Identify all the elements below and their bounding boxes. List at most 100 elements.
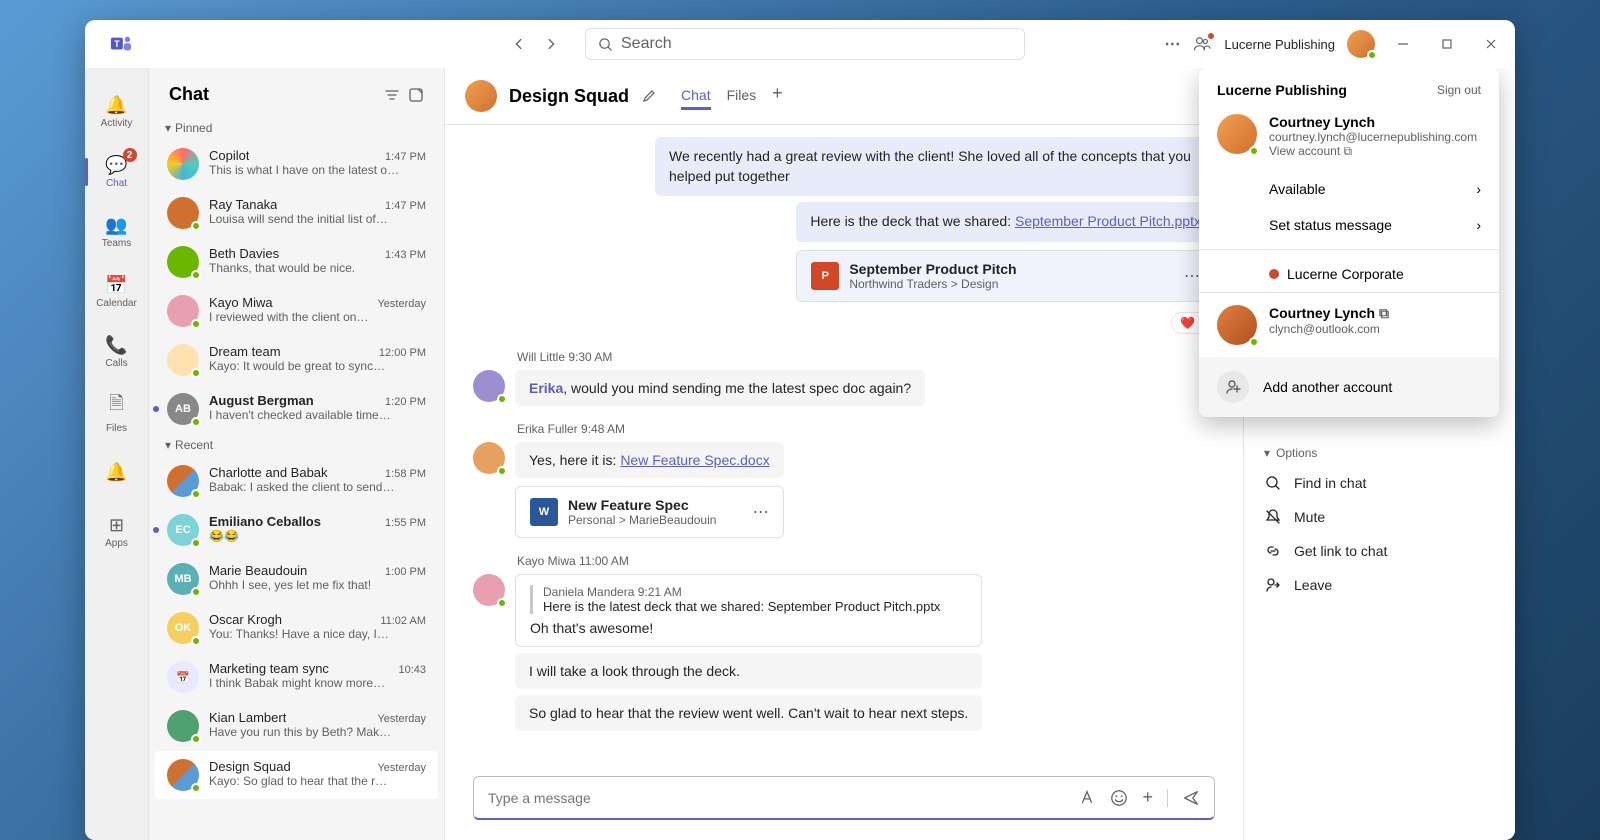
chat-item-preview: I haven't checked available time…	[209, 408, 426, 422]
compose-input[interactable]	[488, 790, 1068, 806]
window-minimize-button[interactable]	[1387, 28, 1419, 60]
caret-down-icon: ▾	[1264, 446, 1270, 460]
file-attachment[interactable]: W New Feature Spec Personal > MarieBeaud…	[515, 486, 784, 538]
rail-calendar[interactable]: 📅Calendar	[89, 264, 145, 320]
chat-item-preview: Kayo: So glad to hear that the r…	[209, 774, 426, 788]
avatar	[167, 295, 199, 327]
people-icon[interactable]	[1192, 34, 1212, 54]
chat-list-item[interactable]: Copilot1:47 PMThis is what I have on the…	[155, 140, 438, 188]
chat-list-item[interactable]: Design SquadYesterdayKayo: So glad to he…	[155, 751, 438, 799]
leave-button[interactable]: Leave	[1264, 568, 1495, 602]
emoji-button[interactable]	[1110, 789, 1128, 807]
chat-list-item[interactable]: ABAugust Bergman1:20 PMI haven't checked…	[155, 385, 438, 433]
chat-list-item[interactable]: 📅Marketing team sync10:43I think Babak m…	[155, 653, 438, 701]
chat-list-item[interactable]: Beth Davies1:43 PMThanks, that would be …	[155, 238, 438, 286]
chat-item-preview: I reviewed with the client on…	[209, 310, 426, 324]
chat-list-item[interactable]: Dream team12:00 PMKayo: It would be grea…	[155, 336, 438, 384]
recent-section[interactable]: ▾Recent	[149, 434, 444, 456]
rail-files[interactable]: 🗎Files	[89, 384, 145, 440]
message-meta: Erika Fuller 9:48 AM	[517, 422, 1215, 436]
chat-item-time: 1:58 PM	[385, 468, 426, 480]
rail-calls[interactable]: 📞Calls	[89, 324, 145, 380]
edit-title-button[interactable]	[641, 88, 657, 104]
message-meta: Will Little 9:30 AM	[517, 350, 1215, 364]
popout-icon: ⧉	[1379, 305, 1389, 321]
add-person-icon	[1217, 371, 1249, 403]
message-bubble: We recently had a great review with the …	[655, 137, 1215, 196]
presence-status-button[interactable]: Available›	[1199, 171, 1499, 207]
chat-item-preview: Kayo: It would be great to sync…	[209, 359, 426, 373]
rail-chat[interactable]: 2💬Chat	[89, 144, 145, 200]
mention[interactable]: Erika	[529, 380, 563, 396]
svg-text:T: T	[114, 39, 120, 49]
window-close-button[interactable]	[1475, 28, 1507, 60]
word-icon: W	[530, 498, 558, 526]
titlebar: T Search ⋯ Lucerne Publishing	[85, 20, 1515, 68]
chat-header-avatar	[465, 80, 497, 112]
avatar	[167, 246, 199, 278]
filter-button[interactable]	[384, 87, 400, 103]
quoted-message: Daniela Mandera 9:21 AM Here is the late…	[515, 574, 982, 647]
message-avatar	[473, 574, 505, 606]
file-more-button[interactable]: ⋯	[753, 502, 769, 522]
chat-item-time: 1:00 PM	[385, 566, 426, 578]
get-link-button[interactable]: Get link to chat	[1264, 534, 1495, 568]
file-link[interactable]: New Feature Spec.docx	[620, 452, 769, 468]
add-account-button[interactable]: Add another account	[1199, 357, 1499, 417]
chat-list-item[interactable]: Kayo MiwaYesterdayI reviewed with the cl…	[155, 287, 438, 335]
rail-teams[interactable]: 👥Teams	[89, 204, 145, 260]
window-maximize-button[interactable]	[1431, 28, 1463, 60]
rail-notifications[interactable]: 🔔	[89, 444, 145, 500]
account-popup: Lucerne Publishing Sign out Courtney Lyn…	[1199, 68, 1499, 417]
nav-back-button[interactable]	[505, 30, 533, 58]
add-tab-button[interactable]: +	[772, 83, 783, 110]
message-bubble: So glad to hear that the review went wel…	[515, 695, 982, 731]
tab-files[interactable]: Files	[727, 83, 757, 110]
chat-list-item[interactable]: MBMarie Beaudouin1:00 PMOhhh I see, yes …	[155, 555, 438, 603]
view-account-link[interactable]: View account ⧉	[1269, 144, 1477, 159]
people-icon: 👥	[105, 215, 127, 236]
rail-apps[interactable]: ⊞Apps	[89, 504, 145, 560]
options-section-label[interactable]: ▾Options	[1264, 446, 1495, 460]
rail-activity[interactable]: 🔔Activity	[89, 84, 145, 140]
file-attachment[interactable]: P September Product Pitch Northwind Trad…	[796, 250, 1215, 302]
file-link[interactable]: September Product Pitch.pptx	[1015, 213, 1201, 229]
chat-item-preview: 😂😂	[209, 529, 426, 543]
more-button[interactable]: ⋯	[1164, 34, 1180, 54]
chat-list-item[interactable]: Kian LambertYesterdayHave you run this b…	[155, 702, 438, 750]
chat-list-item[interactable]: Ray Tanaka1:47 PMLouisa will send the in…	[155, 189, 438, 237]
busy-presence-icon	[1269, 269, 1279, 279]
avatar	[167, 197, 199, 229]
search-input[interactable]: Search	[585, 28, 1025, 60]
tenant-item[interactable]: Lucerne Corporate	[1199, 256, 1499, 292]
set-status-button[interactable]: Set status message›	[1199, 207, 1499, 243]
chat-item-time: 1:47 PM	[385, 151, 426, 163]
chat-item-name: August Bergman	[209, 393, 314, 408]
chat-list-title: Chat	[169, 84, 209, 105]
find-in-chat-button[interactable]: Find in chat	[1264, 466, 1495, 500]
signout-button[interactable]: Sign out	[1437, 83, 1481, 97]
chat-item-preview: You: Thanks! Have a nice day, I…	[209, 627, 426, 641]
message-avatar	[473, 370, 505, 402]
avatar: OK	[167, 612, 199, 644]
file-more-button[interactable]: ⋯	[1184, 266, 1200, 286]
chat-item-name: Marie Beaudouin	[209, 563, 307, 578]
compose-box[interactable]: +	[473, 776, 1215, 820]
chat-list-item[interactable]: ECEmiliano Ceballos1:55 PM😂😂	[155, 506, 438, 554]
popup-org-name: Lucerne Publishing	[1217, 82, 1347, 98]
new-chat-button[interactable]	[408, 87, 424, 103]
nav-forward-button[interactable]	[537, 30, 565, 58]
chat-list-item[interactable]: OKOscar Krogh11:02 AMYou: Thanks! Have a…	[155, 604, 438, 652]
format-button[interactable]	[1078, 789, 1096, 807]
chat-item-time: 1:47 PM	[385, 200, 426, 212]
pinned-section[interactable]: ▾Pinned	[149, 117, 444, 139]
tab-chat[interactable]: Chat	[681, 83, 711, 110]
add-button[interactable]: +	[1142, 787, 1153, 808]
mute-button[interactable]: Mute	[1264, 500, 1495, 534]
chat-item-name: Kian Lambert	[209, 710, 286, 725]
chat-list-item[interactable]: Charlotte and Babak1:58 PMBabak: I asked…	[155, 457, 438, 505]
send-button[interactable]	[1182, 789, 1200, 807]
profile-avatar[interactable]	[1347, 30, 1375, 58]
chat-item-preview: Have you run this by Beth? Mak…	[209, 725, 426, 739]
secondary-account[interactable]: Courtney Lynch ⧉ clynch@outlook.com	[1199, 292, 1499, 357]
